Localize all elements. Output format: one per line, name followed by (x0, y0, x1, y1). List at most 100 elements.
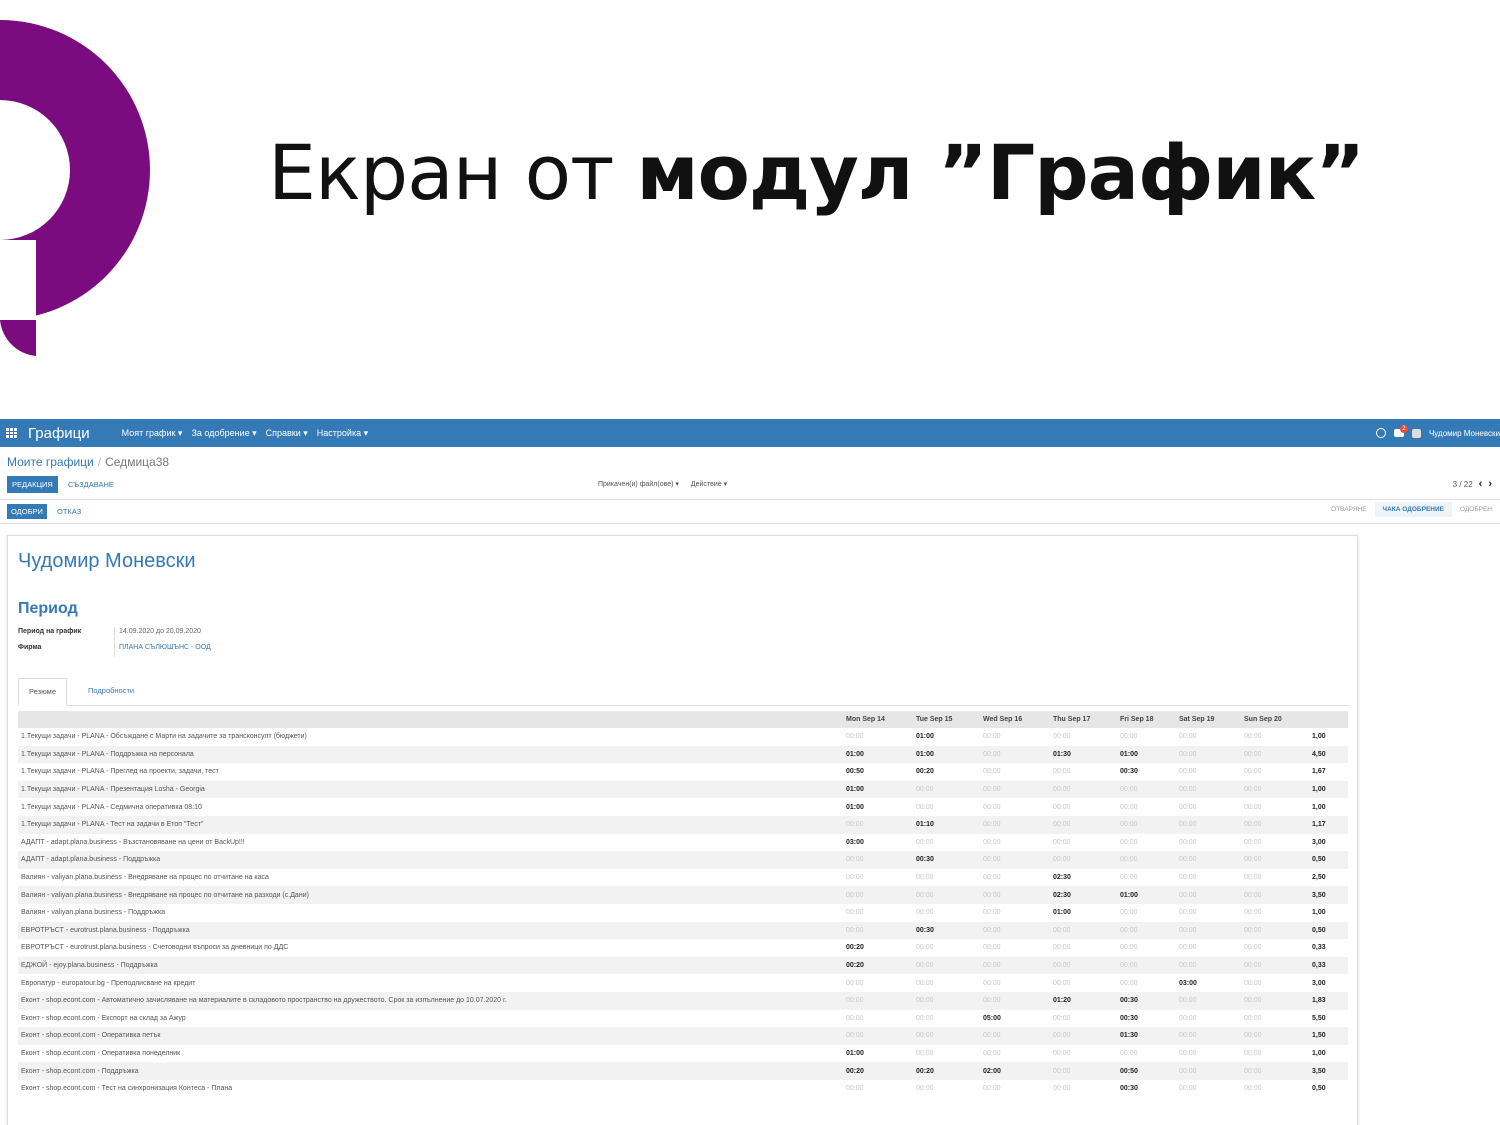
user-menu[interactable]: Чудомир Моневски (1429, 429, 1500, 438)
time-cell[interactable]: 01:00 (1117, 745, 1176, 764)
time-cell[interactable]: 00:00 (1050, 1010, 1117, 1028)
time-cell[interactable]: 01:00 (913, 745, 980, 764)
time-cell[interactable]: 00:00 (1050, 763, 1117, 781)
company-value[interactable]: ПЛАНА СЪЛЮШЪНС - ООД (119, 644, 211, 651)
time-cell[interactable]: 00:00 (1241, 904, 1309, 922)
time-cell[interactable]: 00:00 (1241, 745, 1309, 764)
time-cell[interactable]: 00:00 (980, 834, 1050, 852)
time-cell[interactable]: 00:00 (913, 1010, 980, 1028)
time-cell[interactable]: 00:00 (1050, 1062, 1117, 1080)
time-cell[interactable]: 00:00 (980, 815, 1050, 834)
time-cell[interactable]: 00:00 (843, 869, 913, 887)
time-cell[interactable]: 00:00 (1176, 851, 1241, 869)
clock-icon[interactable] (1375, 428, 1386, 438)
time-cell[interactable]: 00:00 (913, 1027, 980, 1045)
time-cell[interactable]: 00:00 (980, 869, 1050, 887)
table-row[interactable]: Еконт - shop.econt.com - Тест на синхрон… (18, 1080, 1348, 1098)
time-cell[interactable]: 01:00 (843, 780, 913, 799)
time-cell[interactable]: 00:00 (913, 974, 980, 992)
time-cell[interactable]: 00:20 (913, 1062, 980, 1080)
edit-button[interactable]: РЕДАКЦИЯ (7, 476, 58, 493)
time-cell[interactable]: 00:00 (1050, 956, 1117, 975)
time-cell[interactable]: 00:00 (1176, 904, 1241, 922)
time-cell[interactable]: 00:00 (1050, 974, 1117, 992)
table-row[interactable]: АДАПТ - adapt.plana.business - Възстанов… (18, 834, 1348, 852)
time-cell[interactable]: 00:30 (1117, 763, 1176, 781)
time-cell[interactable]: 00:00 (913, 1045, 980, 1063)
time-cell[interactable]: 00:00 (1176, 728, 1241, 746)
table-row[interactable]: Европатур - europatour.bg - Преподписван… (18, 974, 1348, 992)
time-cell[interactable]: 00:00 (843, 851, 913, 869)
time-cell[interactable]: 00:00 (843, 1080, 913, 1098)
time-cell[interactable]: 00:00 (1241, 763, 1309, 781)
time-cell[interactable]: 00:00 (1176, 780, 1241, 799)
time-cell[interactable]: 00:00 (980, 886, 1050, 904)
table-row[interactable]: ЕВРОТРЪСТ - eurotrust.plana.business - С… (18, 939, 1348, 957)
time-cell[interactable]: 01:00 (913, 728, 980, 746)
stage-approved[interactable]: ОДОБРЕН (1452, 502, 1500, 517)
table-row[interactable]: Еконт - shop.econt.com - Експорт на скла… (18, 1010, 1348, 1028)
time-cell[interactable]: 02:30 (1050, 886, 1117, 904)
time-cell[interactable]: 00:50 (1117, 1062, 1176, 1080)
time-cell[interactable]: 00:00 (1050, 851, 1117, 869)
time-cell[interactable]: 01:20 (1050, 991, 1117, 1010)
time-cell[interactable]: 00:00 (843, 886, 913, 904)
time-cell[interactable]: 00:00 (1117, 728, 1176, 746)
table-row[interactable]: 1.Текущи задачи - PLANA - Седмична опера… (18, 798, 1348, 816)
time-cell[interactable]: 00:30 (913, 921, 980, 940)
table-row[interactable]: Еконт - shop.econt.com - Оперативка петъ… (18, 1027, 1348, 1045)
time-cell[interactable]: 00:00 (1176, 798, 1241, 816)
time-cell[interactable]: 00:00 (1176, 1045, 1241, 1063)
time-cell[interactable]: 00:00 (1176, 1010, 1241, 1028)
time-cell[interactable]: 00:00 (980, 991, 1050, 1010)
time-cell[interactable]: 02:30 (1050, 869, 1117, 887)
table-row[interactable]: Еконт - shop.econt.com - Автоматично зач… (18, 991, 1348, 1010)
menu-reports[interactable]: Справки ▾ (266, 428, 308, 439)
time-cell[interactable]: 00:00 (1050, 1080, 1117, 1098)
time-cell[interactable]: 01:30 (1117, 1027, 1176, 1045)
stage-open[interactable]: ОТВАРЯНЕ (1323, 502, 1374, 517)
time-cell[interactable]: 00:20 (843, 956, 913, 975)
time-cell[interactable]: 00:00 (1050, 834, 1117, 852)
time-cell[interactable]: 00:00 (1176, 991, 1241, 1010)
time-cell[interactable]: 00:00 (1241, 939, 1309, 957)
time-cell[interactable]: 00:00 (1241, 851, 1309, 869)
time-cell[interactable]: 00:00 (1241, 728, 1309, 746)
table-row[interactable]: АДАПТ - adapt.plana.business - Поддръжка… (18, 851, 1348, 869)
table-row[interactable]: Валиян - valiyan.plana.business - Внедря… (18, 886, 1348, 904)
time-cell[interactable]: 00:00 (1117, 798, 1176, 816)
time-cell[interactable]: 00:00 (1241, 815, 1309, 834)
time-cell[interactable]: 03:00 (843, 834, 913, 852)
attachments-dropdown[interactable]: Прикачен(и) файл(ове) ▾ (598, 481, 679, 488)
tab-details[interactable]: Подробности (78, 678, 144, 704)
time-cell[interactable]: 00:00 (1241, 1045, 1309, 1063)
time-cell[interactable]: 00:00 (913, 798, 980, 816)
time-cell[interactable]: 00:00 (913, 956, 980, 975)
time-cell[interactable]: 00:00 (980, 745, 1050, 764)
time-cell[interactable]: 00:00 (1241, 1080, 1309, 1098)
time-cell[interactable]: 00:00 (980, 939, 1050, 957)
time-cell[interactable]: 05:00 (980, 1010, 1050, 1028)
pager-prev-icon[interactable]: ‹ (1479, 478, 1483, 490)
time-cell[interactable]: 00:00 (913, 991, 980, 1010)
menu-my-timesheet[interactable]: Моят график ▾ (122, 428, 183, 439)
apps-grid-icon[interactable] (6, 428, 18, 438)
time-cell[interactable]: 00:00 (1176, 1027, 1241, 1045)
table-row[interactable]: ЕВРОТРЪСТ - eurotrust.plana.business - П… (18, 921, 1348, 940)
time-cell[interactable]: 00:00 (980, 1027, 1050, 1045)
time-cell[interactable]: 00:30 (913, 851, 980, 869)
time-cell[interactable]: 00:00 (1117, 780, 1176, 799)
time-cell[interactable]: 00:30 (1117, 1080, 1176, 1098)
time-cell[interactable]: 00:00 (980, 780, 1050, 799)
time-cell[interactable]: 00:20 (843, 939, 913, 957)
time-cell[interactable]: 00:00 (843, 921, 913, 940)
stage-waiting-approval[interactable]: ЧАКА ОДОБРЕНИЕ (1374, 502, 1452, 517)
time-cell[interactable]: 00:00 (1117, 1045, 1176, 1063)
menu-to-approve[interactable]: За одобрение ▾ (191, 428, 256, 439)
table-row[interactable]: 1.Текущи задачи - PLANA - Обсъждане с Ма… (18, 728, 1348, 746)
time-cell[interactable]: 00:00 (1241, 886, 1309, 904)
time-cell[interactable]: 00:00 (1241, 956, 1309, 975)
time-cell[interactable]: 00:00 (1117, 869, 1176, 887)
time-cell[interactable]: 00:00 (913, 939, 980, 957)
time-cell[interactable]: 00:00 (980, 1080, 1050, 1098)
